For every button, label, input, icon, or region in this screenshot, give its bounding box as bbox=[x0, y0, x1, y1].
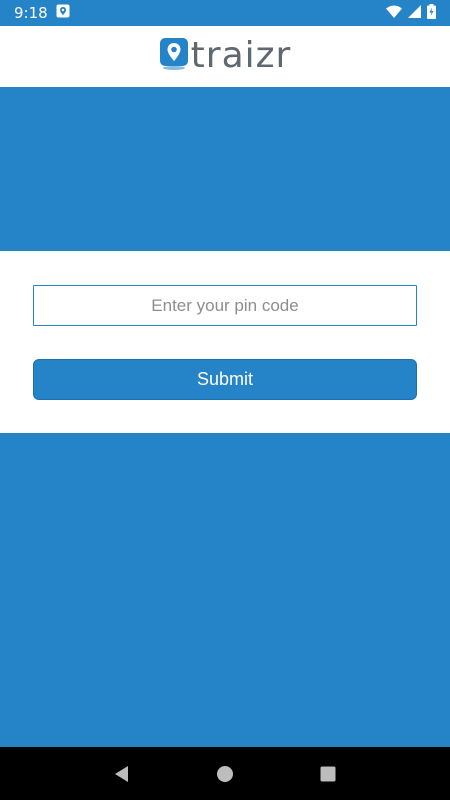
map-pin-icon bbox=[159, 37, 189, 76]
navigation-bar bbox=[0, 747, 450, 800]
battery-charging-icon bbox=[427, 3, 436, 23]
status-bar: 9:18 bbox=[0, 0, 450, 26]
recents-icon[interactable] bbox=[308, 754, 348, 794]
bottom-banner bbox=[0, 433, 450, 747]
brand-name: traizr bbox=[190, 34, 292, 76]
home-icon[interactable] bbox=[205, 754, 245, 794]
back-icon[interactable] bbox=[102, 754, 142, 794]
submit-button[interactable]: Submit bbox=[33, 359, 417, 400]
top-banner bbox=[0, 87, 450, 251]
wifi-icon bbox=[386, 4, 402, 22]
signal-icon bbox=[408, 4, 421, 22]
status-time: 9:18 bbox=[14, 4, 48, 22]
location-notification-icon bbox=[56, 4, 70, 22]
pin-form: Submit bbox=[0, 251, 450, 433]
brand-logo: traizr bbox=[159, 37, 292, 76]
app-header: traizr bbox=[0, 26, 450, 87]
pin-code-input[interactable] bbox=[33, 285, 417, 326]
status-right bbox=[386, 3, 436, 23]
status-left: 9:18 bbox=[14, 4, 70, 22]
